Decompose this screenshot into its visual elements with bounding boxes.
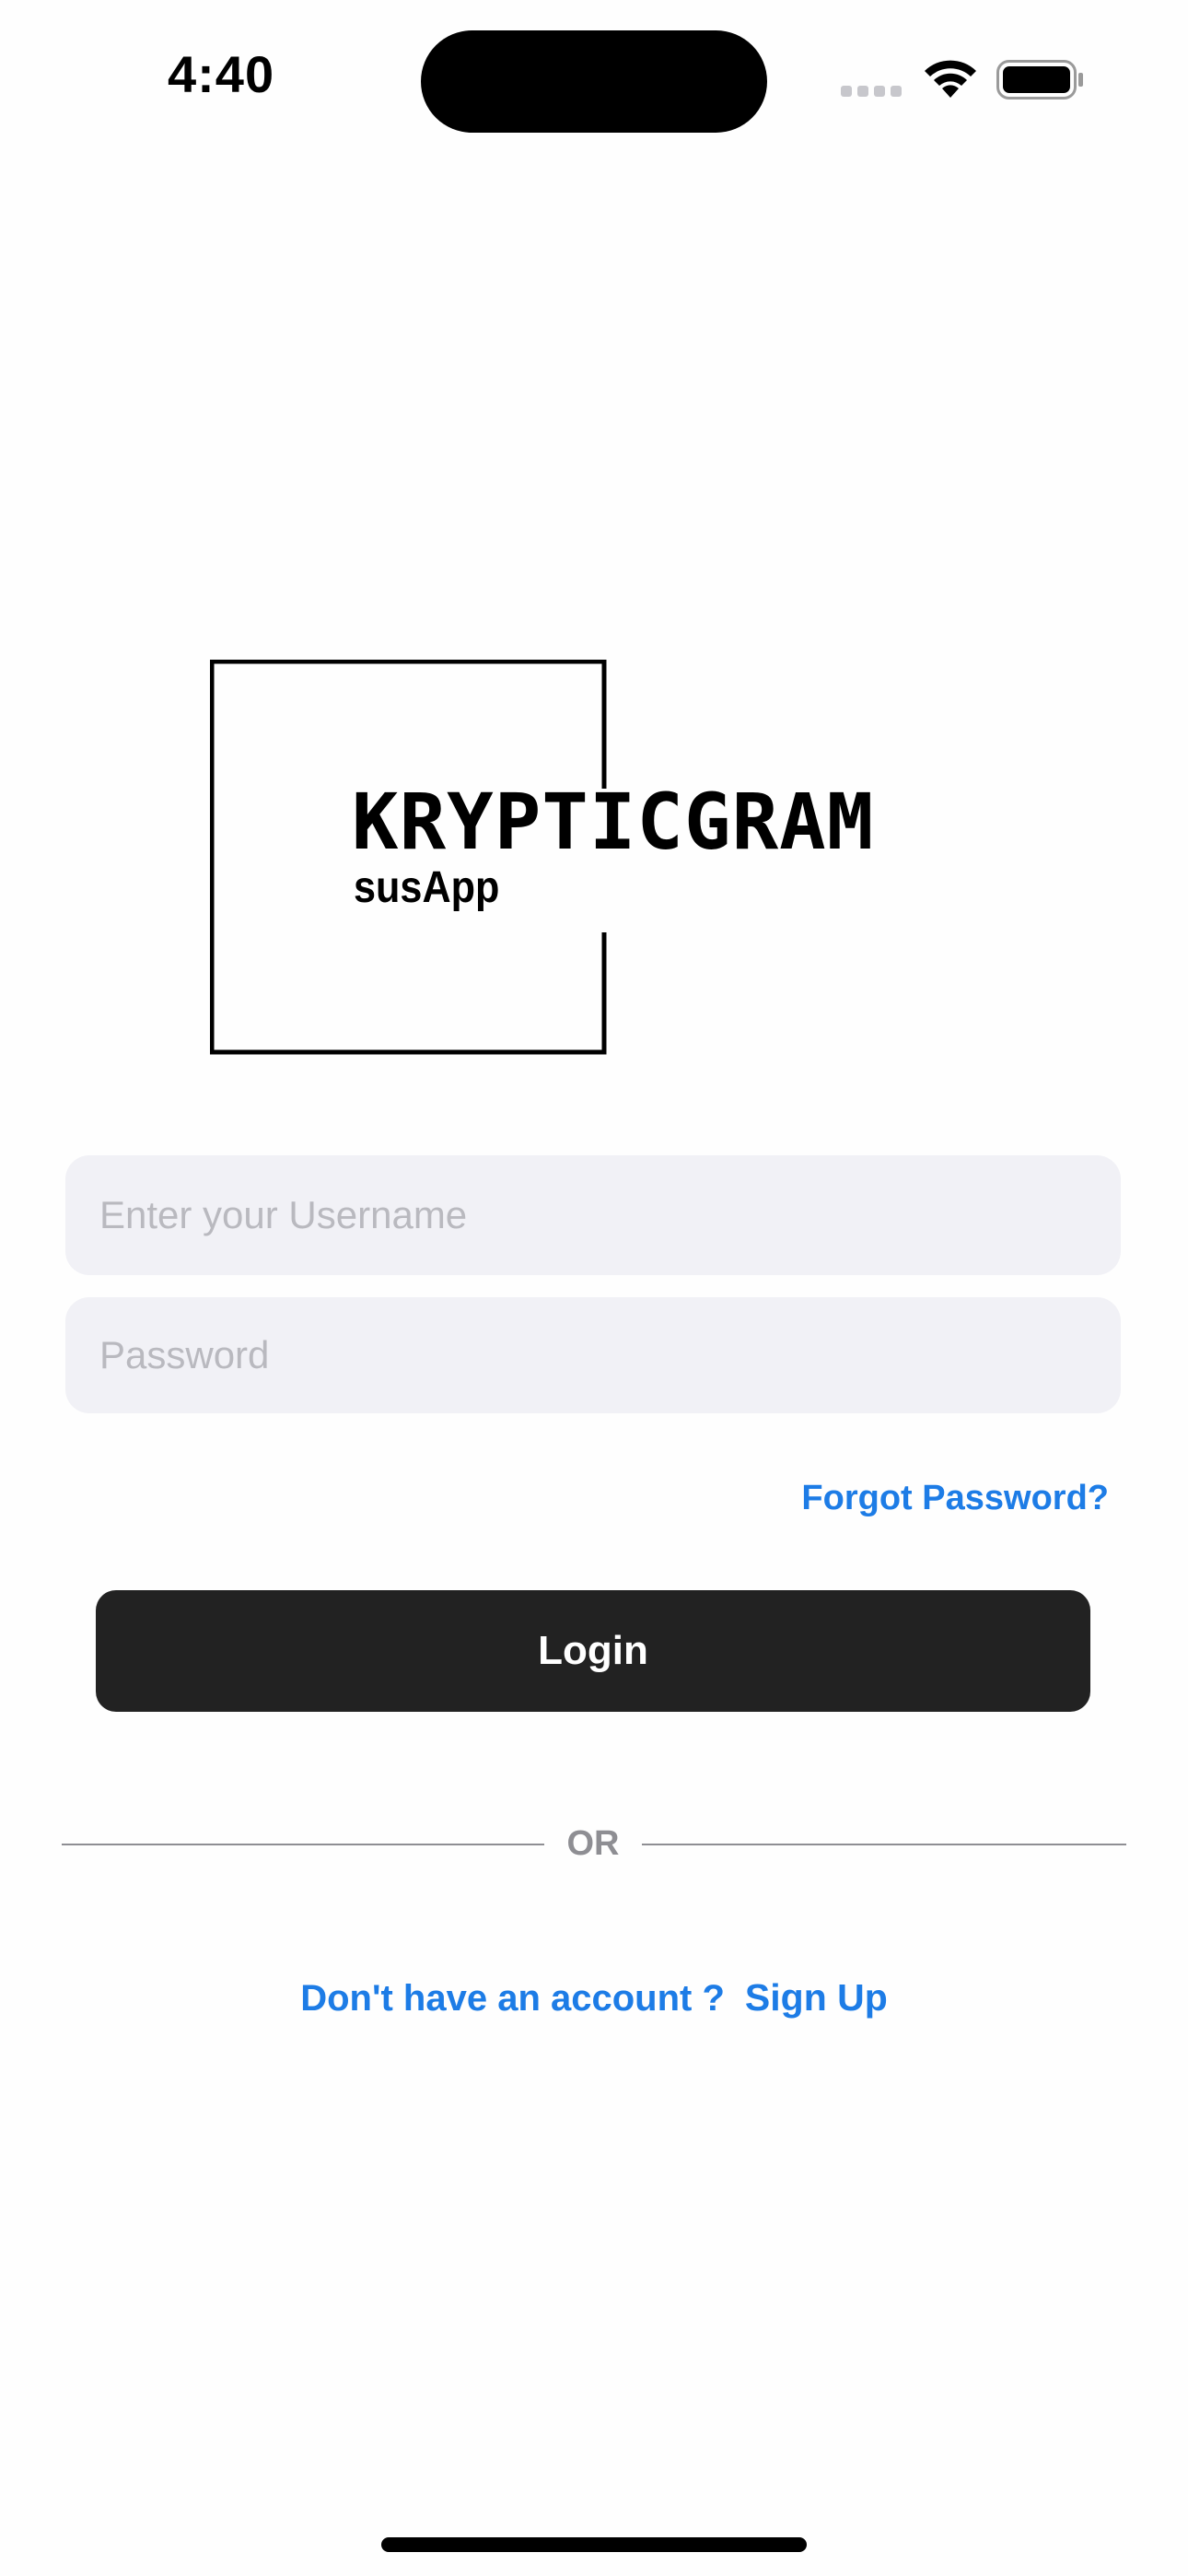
logo-subtitle: susApp [354,863,500,912]
wifi-icon [925,60,976,98]
password-input[interactable] [65,1297,1121,1413]
divider-line-left [62,1844,544,1845]
username-input[interactable] [65,1155,1121,1275]
forgot-password-link[interactable]: Forgot Password? [801,1479,1109,1518]
cellular-signal-icon [841,86,905,99]
sign-up-link[interactable]: Sign Up [745,1976,888,2019]
login-button[interactable]: Login [96,1590,1090,1712]
divider-line-right [642,1844,1126,1845]
dynamic-island [421,30,767,133]
status-time: 4:40 [168,45,275,103]
logo-title: KRYPTICGRAM [352,777,875,867]
home-indicator[interactable] [381,2537,807,2552]
or-label: OR [566,1824,620,1863]
login-screen: 4:40 KRYPTICGRAM susApp Forgot Password?… [0,0,1188,2576]
battery-icon [996,60,1083,100]
signup-row: Don't have an account ? Sign Up [0,1976,1188,2020]
signup-prompt: Don't have an account ? [300,1978,725,2019]
